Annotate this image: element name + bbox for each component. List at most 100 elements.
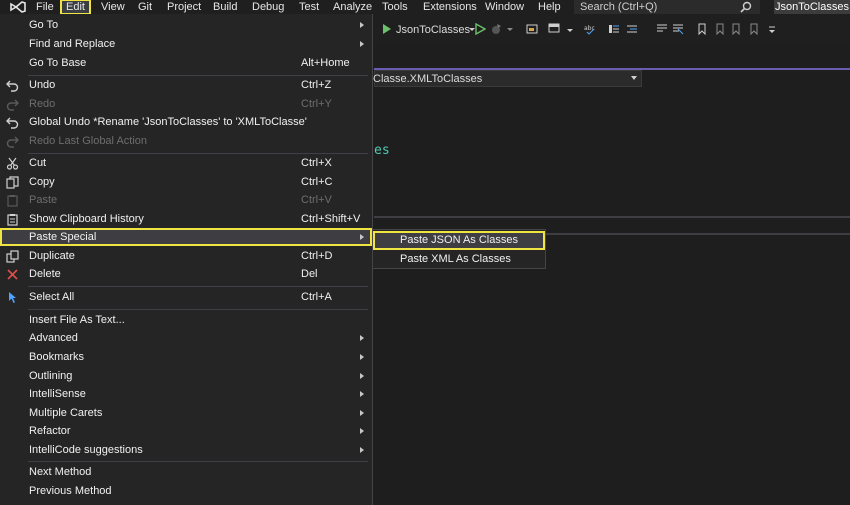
start-target-label[interactable]: JsonToClasses bbox=[396, 23, 470, 37]
menu-item-label: Multiple Carets bbox=[29, 407, 103, 419]
previous-bookmark-icon[interactable] bbox=[714, 23, 726, 35]
menu-item-delete[interactable]: Delete Del bbox=[0, 265, 372, 283]
browse-icon[interactable] bbox=[526, 23, 538, 35]
window-layout-icon[interactable] bbox=[548, 23, 560, 35]
menu-item-duplicate[interactable]: Duplicate Ctrl+D bbox=[0, 247, 372, 265]
menu-item-bookmarks[interactable]: Bookmarks bbox=[0, 348, 372, 366]
menu-test[interactable]: Test bbox=[299, 0, 319, 14]
menu-project[interactable]: Project bbox=[167, 0, 201, 14]
menu-edit[interactable]: Edit bbox=[60, 0, 91, 15]
chevron-right-icon bbox=[360, 354, 364, 360]
chevron-right-icon bbox=[360, 447, 364, 453]
comment-icon[interactable] bbox=[656, 23, 668, 35]
menu-item-multiple-carets[interactable]: Multiple Carets bbox=[0, 404, 372, 422]
navigation-dropdown[interactable]: Classe.XMLToClasses bbox=[373, 70, 642, 87]
duplicate-icon bbox=[6, 250, 19, 263]
menu-item-copy[interactable]: Copy Ctrl+C bbox=[0, 173, 372, 191]
menu-build[interactable]: Build bbox=[213, 0, 237, 14]
menu-file[interactable]: File bbox=[36, 0, 54, 14]
format-document-icon[interactable] bbox=[608, 23, 620, 35]
code-editor[interactable] bbox=[374, 70, 850, 505]
chevron-down-icon[interactable] bbox=[504, 23, 516, 35]
menu-item-label: Previous Method bbox=[29, 485, 112, 497]
menu-item-previous-method[interactable]: Previous Method bbox=[0, 482, 372, 500]
menu-item-shortcut: Ctrl+Z bbox=[301, 79, 332, 91]
menu-item-shortcut: Ctrl+Y bbox=[301, 98, 332, 110]
menu-item-shortcut: Del bbox=[301, 268, 318, 280]
menu-item-label: Show Clipboard History bbox=[29, 213, 144, 225]
toolbar-overflow-icon[interactable] bbox=[766, 23, 778, 35]
menu-item-go-to[interactable]: Go To bbox=[0, 16, 372, 34]
search-box[interactable]: Search (Ctrl+Q) bbox=[574, 0, 760, 14]
menu-separator bbox=[28, 309, 368, 310]
spell-check-icon[interactable]: abc bbox=[584, 23, 596, 35]
menu-item-outlining[interactable]: Outlining bbox=[0, 367, 372, 385]
menu-tools[interactable]: Tools bbox=[382, 0, 408, 14]
menu-item-label: Redo Last Global Action bbox=[29, 135, 148, 147]
undo-icon bbox=[6, 80, 19, 92]
visual-studio-logo-icon[interactable] bbox=[8, 0, 28, 14]
menu-extensions[interactable]: Extensions bbox=[423, 0, 477, 14]
menu-item-global-undo[interactable]: Global Undo *Rename 'JsonToClasses' to '… bbox=[0, 113, 372, 131]
menu-item-shortcut: Ctrl+A bbox=[301, 291, 332, 303]
menu-item-redo-last-global-action[interactable]: Redo Last Global Action bbox=[0, 132, 372, 150]
chevron-right-icon bbox=[360, 335, 364, 341]
menu-item-shortcut: Ctrl+C bbox=[301, 176, 333, 188]
menu-item-label: Paste XML As Classes bbox=[400, 253, 511, 265]
menu-bar: File Edit View Git Project Build Debug T… bbox=[0, 0, 850, 15]
clear-bookmarks-icon[interactable] bbox=[748, 23, 760, 35]
menu-item-label: Global Undo *Rename 'JsonToClasses' to '… bbox=[29, 116, 307, 128]
menu-debug[interactable]: Debug bbox=[252, 0, 284, 14]
select-all-icon bbox=[9, 292, 16, 303]
menu-item-paste-json-as-classes[interactable]: Paste JSON As Classes bbox=[373, 231, 545, 250]
align-icon[interactable] bbox=[626, 23, 638, 35]
chevron-right-icon bbox=[360, 373, 364, 379]
chevron-down-icon[interactable] bbox=[564, 23, 576, 35]
menu-item-shortcut: Ctrl+X bbox=[301, 157, 332, 169]
hot-reload-icon[interactable] bbox=[490, 23, 502, 35]
menu-item-label: Insert File As Text... bbox=[29, 314, 125, 326]
chevron-down-icon bbox=[631, 76, 637, 80]
menu-item-redo[interactable]: Redo Ctrl+Y bbox=[0, 95, 372, 113]
menu-item-cut[interactable]: Cut Ctrl+X bbox=[0, 154, 372, 172]
menu-item-intellicode-suggestions[interactable]: IntelliCode suggestions bbox=[0, 441, 372, 459]
chevron-right-icon bbox=[360, 410, 364, 416]
redo-icon bbox=[6, 99, 19, 111]
menu-item-label: Go To bbox=[29, 19, 59, 31]
toolbar: JsonToClasses abc bbox=[374, 14, 850, 46]
uncomment-icon[interactable] bbox=[672, 23, 684, 35]
panel-splitter[interactable] bbox=[374, 216, 850, 218]
menu-item-show-clipboard-history[interactable]: Show Clipboard History Ctrl+Shift+V bbox=[0, 210, 372, 228]
copy-icon bbox=[6, 176, 19, 189]
bookmark-icon[interactable] bbox=[696, 23, 708, 35]
menu-item-paste-special[interactable]: Paste Special bbox=[0, 228, 372, 246]
menu-item-label: Copy bbox=[29, 176, 55, 188]
menu-help[interactable]: Help bbox=[538, 0, 561, 14]
menu-view[interactable]: View bbox=[101, 0, 125, 14]
menu-item-label: Go To Base bbox=[29, 57, 87, 69]
search-icon bbox=[740, 1, 752, 13]
panel-splitter[interactable] bbox=[546, 233, 850, 235]
menu-item-select-all[interactable]: Select All Ctrl+A bbox=[0, 288, 372, 306]
chevron-right-icon bbox=[360, 428, 364, 434]
menu-item-insert-file-as-text[interactable]: Insert File As Text... bbox=[0, 311, 372, 329]
menu-analyze[interactable]: Analyze bbox=[333, 0, 372, 14]
menu-item-refactor[interactable]: Refactor bbox=[0, 422, 372, 440]
menu-window[interactable]: Window bbox=[485, 0, 524, 14]
menu-item-find-and-replace[interactable]: Find and Replace bbox=[0, 35, 372, 53]
menu-item-label: IntelliSense bbox=[29, 388, 86, 400]
menu-item-next-method[interactable]: Next Method bbox=[0, 463, 372, 481]
menu-item-undo[interactable]: Undo Ctrl+Z bbox=[0, 76, 372, 94]
menu-item-intellisense[interactable]: IntelliSense bbox=[0, 385, 372, 403]
menu-item-paste-xml-as-classes[interactable]: Paste XML As Classes bbox=[373, 250, 545, 269]
menu-item-advanced[interactable]: Advanced bbox=[0, 329, 372, 347]
menu-item-paste[interactable]: Paste Ctrl+V bbox=[0, 191, 372, 209]
next-bookmark-icon[interactable] bbox=[730, 23, 742, 35]
menu-git[interactable]: Git bbox=[138, 0, 152, 14]
menu-item-go-to-base[interactable]: Go To Base Alt+Home bbox=[0, 54, 372, 72]
menu-item-shortcut: Ctrl+V bbox=[301, 194, 332, 206]
menu-item-label: Paste JSON As Classes bbox=[400, 234, 518, 246]
start-icon[interactable] bbox=[382, 23, 392, 35]
menu-item-label: Find and Replace bbox=[29, 38, 116, 50]
start-without-debugging-icon[interactable] bbox=[474, 23, 486, 35]
